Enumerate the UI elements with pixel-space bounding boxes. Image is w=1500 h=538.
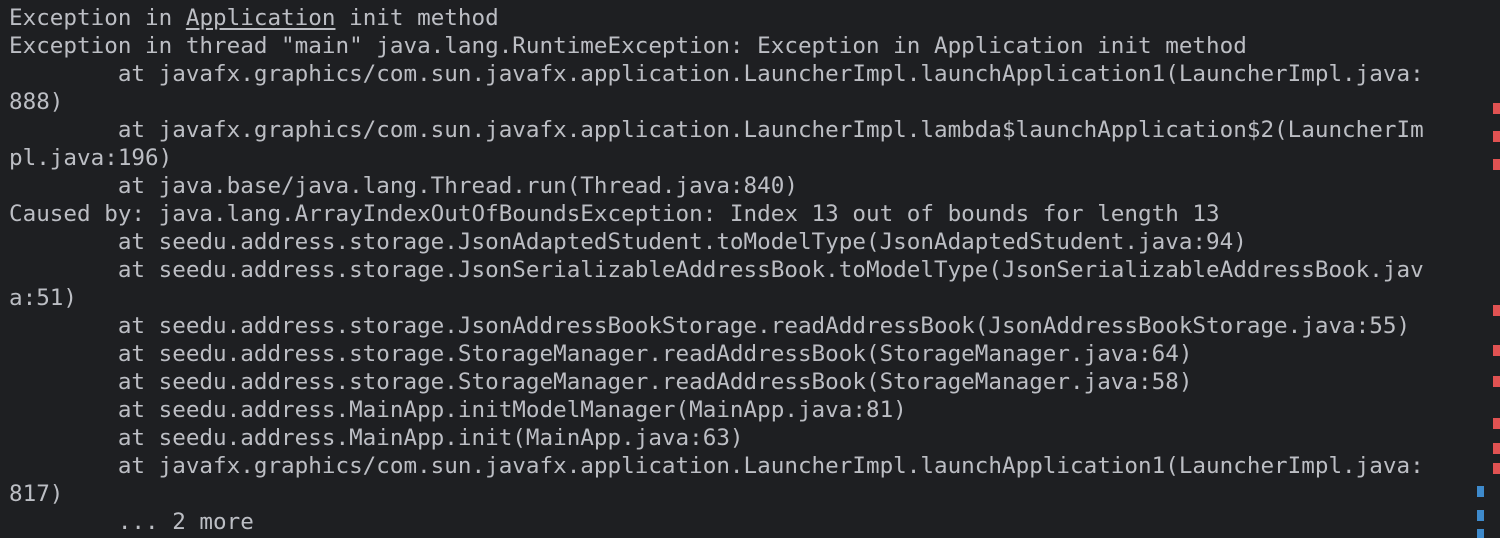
console-line: ... 2 more <box>9 509 254 535</box>
console-line: 817) <box>9 481 64 507</box>
error-stripe-marker[interactable] <box>1493 376 1500 387</box>
console-line: at seedu.address.MainApp.init(MainApp.ja… <box>9 425 744 451</box>
info-stripe-marker[interactable] <box>1477 529 1484 538</box>
error-stripe-marker[interactable] <box>1493 131 1500 142</box>
info-stripe-marker[interactable] <box>1477 486 1484 497</box>
console-line: at seedu.address.storage.JsonAdaptedStud… <box>9 229 1247 255</box>
info-stripe-marker[interactable] <box>1477 510 1484 521</box>
console-line: at java.base/java.lang.Thread.run(Thread… <box>9 173 798 199</box>
console-line: 888) <box>9 89 64 115</box>
console-line: a:51) <box>9 285 78 311</box>
error-stripe-marker[interactable] <box>1493 443 1500 454</box>
error-stripe-marker[interactable] <box>1493 103 1500 114</box>
console-line: at seedu.address.storage.JsonSerializabl… <box>9 257 1424 283</box>
console-line: Exception in Application init method <box>9 4 499 32</box>
console-line: at seedu.address.MainApp.initModelManage… <box>9 397 907 423</box>
console-line: pl.java:196) <box>9 145 173 171</box>
console-line: at javafx.graphics/com.sun.javafx.applic… <box>9 117 1424 143</box>
console-line: at seedu.address.storage.StorageManager.… <box>9 341 1193 367</box>
application-link[interactable]: Application <box>186 5 336 31</box>
error-stripe-marker[interactable] <box>1493 305 1500 316</box>
error-stripe-marker[interactable] <box>1493 345 1500 356</box>
console-line: at javafx.graphics/com.sun.javafx.applic… <box>9 453 1424 479</box>
error-stripe-marker[interactable] <box>1493 418 1500 429</box>
console-line: at seedu.address.storage.StorageManager.… <box>9 369 1193 395</box>
console-output: Exception in Application init method Exc… <box>0 0 1500 538</box>
console-line: at seedu.address.storage.JsonAddressBook… <box>9 313 1411 339</box>
line-text: init method <box>335 5 499 31</box>
error-stripe-marker[interactable] <box>1493 159 1500 170</box>
line-text: Exception in <box>9 5 186 31</box>
error-stripe-marker[interactable] <box>1493 463 1500 474</box>
console-line: at javafx.graphics/com.sun.javafx.applic… <box>9 61 1424 87</box>
console-line: Exception in thread "main" java.lang.Run… <box>9 33 1247 59</box>
console-line: Caused by: java.lang.ArrayIndexOutOfBoun… <box>9 201 1220 227</box>
